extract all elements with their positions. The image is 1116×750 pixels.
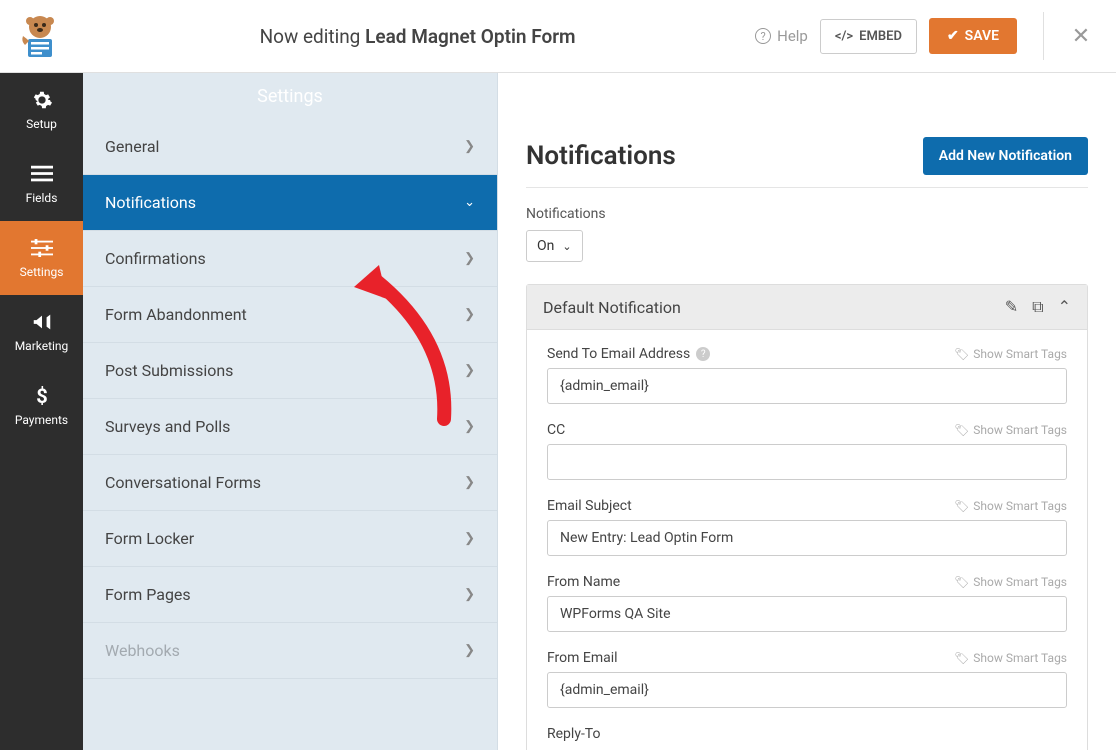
nav-payments[interactable]: $ Payments <box>0 369 83 443</box>
settings-item-general[interactable]: General❯ <box>83 119 497 175</box>
field-send-to: Send To Email Address? 🏷Show Smart Tags <box>547 346 1067 404</box>
megaphone-icon <box>31 311 53 333</box>
from-name-input[interactable] <box>547 596 1067 632</box>
smart-tags-toggle[interactable]: 🏷Show Smart Tags <box>954 575 1067 589</box>
card-body: Send To Email Address? 🏷Show Smart Tags … <box>527 330 1087 742</box>
settings-item-form-pages[interactable]: Form Pages❯ <box>83 567 497 623</box>
nav-fields[interactable]: Fields <box>0 147 83 221</box>
help-icon: ? <box>755 28 771 44</box>
from-email-input[interactable] <box>547 672 1067 708</box>
card-header: Default Notification ✎ ⧉ ⌃ <box>527 285 1087 330</box>
chevron-right-icon: ❯ <box>464 587 475 602</box>
tag-icon: 🏷 <box>954 651 969 665</box>
nav-setup[interactable]: Setup <box>0 73 83 147</box>
chevron-right-icon: ❯ <box>464 419 475 434</box>
field-reply-to: Reply-To <box>547 726 1067 742</box>
field-from-name: From Name 🏷Show Smart Tags <box>547 574 1067 632</box>
embed-label: EMBED <box>859 29 902 44</box>
close-button[interactable]: ✕ <box>1066 24 1096 49</box>
smart-tags-toggle[interactable]: 🏷Show Smart Tags <box>954 347 1067 361</box>
list-icon <box>31 163 53 185</box>
settings-item-form-abandonment[interactable]: Form Abandonment❯ <box>83 287 497 343</box>
tag-icon: 🏷 <box>954 347 969 361</box>
add-notification-button[interactable]: Add New Notification <box>923 137 1088 175</box>
field-email-subject: Email Subject 🏷Show Smart Tags <box>547 498 1067 556</box>
settings-item-surveys-polls[interactable]: Surveys and Polls❯ <box>83 399 497 455</box>
smart-tags-toggle[interactable]: 🏷Show Smart Tags <box>954 651 1067 665</box>
toggle-label: Notifications <box>526 206 1088 222</box>
chevron-right-icon: ❯ <box>464 307 475 322</box>
chevron-down-icon: ⌄ <box>562 240 571 253</box>
settings-item-notifications[interactable]: Notifications⌄ <box>83 175 497 231</box>
chevron-right-icon: ❯ <box>464 251 475 266</box>
sliders-icon <box>31 237 53 259</box>
notification-card: Default Notification ✎ ⧉ ⌃ Send To Email… <box>526 284 1088 750</box>
tag-icon: 🏷 <box>954 499 969 513</box>
help-label: Help <box>777 27 808 45</box>
logo <box>0 0 80 73</box>
check-icon: ✔ <box>947 28 959 44</box>
svg-text:$: $ <box>36 385 47 407</box>
nav-label: Settings <box>20 265 64 279</box>
chevron-right-icon: ❯ <box>464 139 475 154</box>
dollar-icon: $ <box>31 385 53 407</box>
notifications-toggle-section: Notifications On ⌄ <box>526 206 1088 262</box>
settings-item-post-submissions[interactable]: Post Submissions❯ <box>83 343 497 399</box>
field-cc: CC 🏷Show Smart Tags <box>547 422 1067 480</box>
divider <box>1043 12 1044 60</box>
collapse-icon[interactable]: ⌃ <box>1058 297 1071 317</box>
left-nav: Setup Fields Settings Marketing $ Paymen… <box>0 73 83 750</box>
help-link[interactable]: ? Help <box>755 27 808 45</box>
email-subject-input[interactable] <box>547 520 1067 556</box>
embed-button[interactable]: </> EMBED <box>820 19 917 54</box>
select-value: On <box>537 238 554 254</box>
code-icon: </> <box>835 29 853 44</box>
editing-prefix: Now editing <box>260 25 366 48</box>
save-label: SAVE <box>965 28 999 44</box>
top-actions: ? Help </> EMBED ✔ SAVE ✕ <box>755 12 1096 60</box>
nav-marketing[interactable]: Marketing <box>0 295 83 369</box>
chevron-right-icon: ❯ <box>464 363 475 378</box>
chevron-down-icon: ⌄ <box>464 195 475 210</box>
tag-icon: 🏷 <box>954 423 969 437</box>
edit-icon[interactable]: ✎ <box>1005 297 1018 317</box>
nav-label: Marketing <box>15 339 69 353</box>
chevron-right-icon: ❯ <box>464 643 475 658</box>
nav-settings[interactable]: Settings <box>0 221 83 295</box>
save-button[interactable]: ✔ SAVE <box>929 18 1017 54</box>
send-to-input[interactable] <box>547 368 1067 404</box>
field-from-email: From Email 🏷Show Smart Tags <box>547 650 1067 708</box>
form-name: Lead Magnet Optin Form <box>365 25 575 48</box>
settings-title: Settings <box>83 73 497 119</box>
close-icon: ✕ <box>1072 24 1090 49</box>
settings-menu: Settings General❯ Notifications⌄ Confirm… <box>83 73 498 750</box>
nav-label: Fields <box>26 191 58 205</box>
chevron-right-icon: ❯ <box>464 475 475 490</box>
hint-icon[interactable]: ? <box>696 347 710 361</box>
gear-icon <box>31 89 53 111</box>
page-title: Now editing Lead Magnet Optin Form <box>80 25 755 48</box>
main-content: Notifications Add New Notification Notif… <box>498 73 1116 750</box>
content-title: Notifications <box>526 141 676 171</box>
cc-input[interactable] <box>547 444 1067 480</box>
smart-tags-toggle[interactable]: 🏷Show Smart Tags <box>954 499 1067 513</box>
notifications-select[interactable]: On ⌄ <box>526 230 583 262</box>
chevron-right-icon: ❯ <box>464 531 475 546</box>
card-title: Default Notification <box>543 298 681 317</box>
content-header: Notifications Add New Notification <box>526 119 1088 188</box>
settings-item-webhooks[interactable]: Webhooks❯ <box>83 623 497 679</box>
tag-icon: 🏷 <box>954 575 969 589</box>
settings-item-confirmations[interactable]: Confirmations❯ <box>83 231 497 287</box>
smart-tags-toggle[interactable]: 🏷Show Smart Tags <box>954 423 1067 437</box>
top-bar: Now editing Lead Magnet Optin Form ? Hel… <box>0 0 1116 73</box>
settings-item-conversational-forms[interactable]: Conversational Forms❯ <box>83 455 497 511</box>
nav-label: Payments <box>15 413 68 427</box>
settings-item-form-locker[interactable]: Form Locker❯ <box>83 511 497 567</box>
copy-icon[interactable]: ⧉ <box>1032 297 1043 317</box>
nav-label: Setup <box>26 117 57 131</box>
